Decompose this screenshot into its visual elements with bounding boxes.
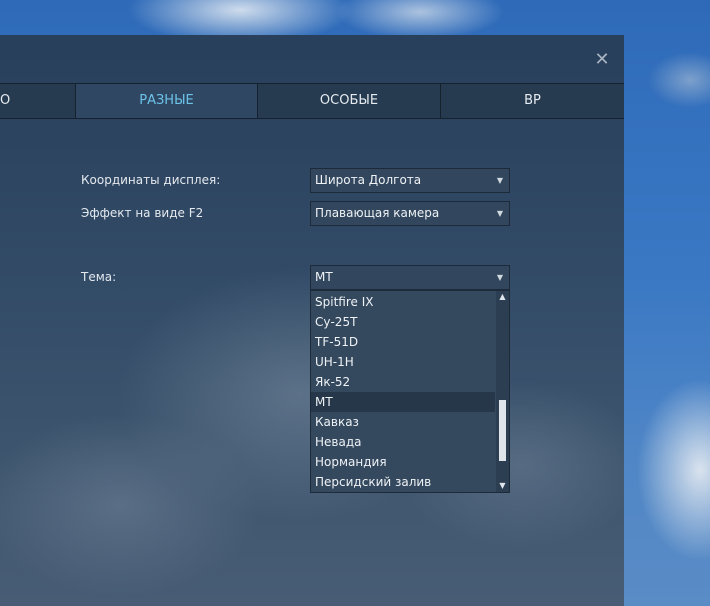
theme-option[interactable]: Нормандия [311,452,495,472]
f2-effect-select[interactable]: Плавающая камера ▼ [310,201,510,226]
theme-option[interactable]: Кавказ [311,412,495,432]
chevron-down-icon: ▼ [496,176,503,185]
f2-effect-value: Плавающая камера [315,206,440,220]
chevron-down-icon: ▼ [496,209,503,218]
theme-option[interactable]: Су-25Т [311,312,495,332]
close-icon[interactable]: ✕ [592,50,612,70]
theme-option[interactable]: UH-1H [311,352,495,372]
theme-option[interactable]: Персидский залив [311,472,495,492]
theme-option[interactable]: TF-51D [311,332,495,352]
scroll-up-icon[interactable]: ▲ [496,291,509,303]
scroll-down-icon[interactable]: ▼ [496,480,509,492]
scroll-track[interactable] [499,305,506,478]
theme-dropdown-list: Spitfire IX Су-25Т TF-51D UH-1H Як-52 МТ… [310,290,510,493]
scroll-thumb[interactable] [499,400,506,461]
tab-bar: О РАЗНЫЕ ОСОБЫЕ ВР [0,83,624,119]
f2-effect-label: Эффект на виде F2 [81,206,204,220]
theme-option[interactable]: Spitfire IX [311,292,495,312]
theme-option[interactable]: МТ [311,392,495,412]
theme-value: МТ [315,270,333,284]
display-coords-select[interactable]: Широта Долгота ▼ [310,168,510,193]
tab-misc[interactable]: РАЗНЫЕ [76,84,258,118]
tab-partial[interactable]: О [0,84,76,118]
theme-option[interactable]: Невада [311,432,495,452]
display-coords-value: Широта Долгота [315,173,422,187]
display-coords-label: Координаты дисплея: [81,173,221,187]
chevron-down-icon: ▼ [496,273,503,282]
theme-option[interactable]: Як-52 [311,372,495,392]
theme-select[interactable]: МТ ▼ [310,265,510,290]
theme-label: Тема: [81,270,117,284]
tab-special[interactable]: ОСОБЫЕ [258,84,441,118]
dropdown-scrollbar[interactable]: ▲ ▼ [496,291,509,492]
tab-vr[interactable]: ВР [441,84,624,118]
